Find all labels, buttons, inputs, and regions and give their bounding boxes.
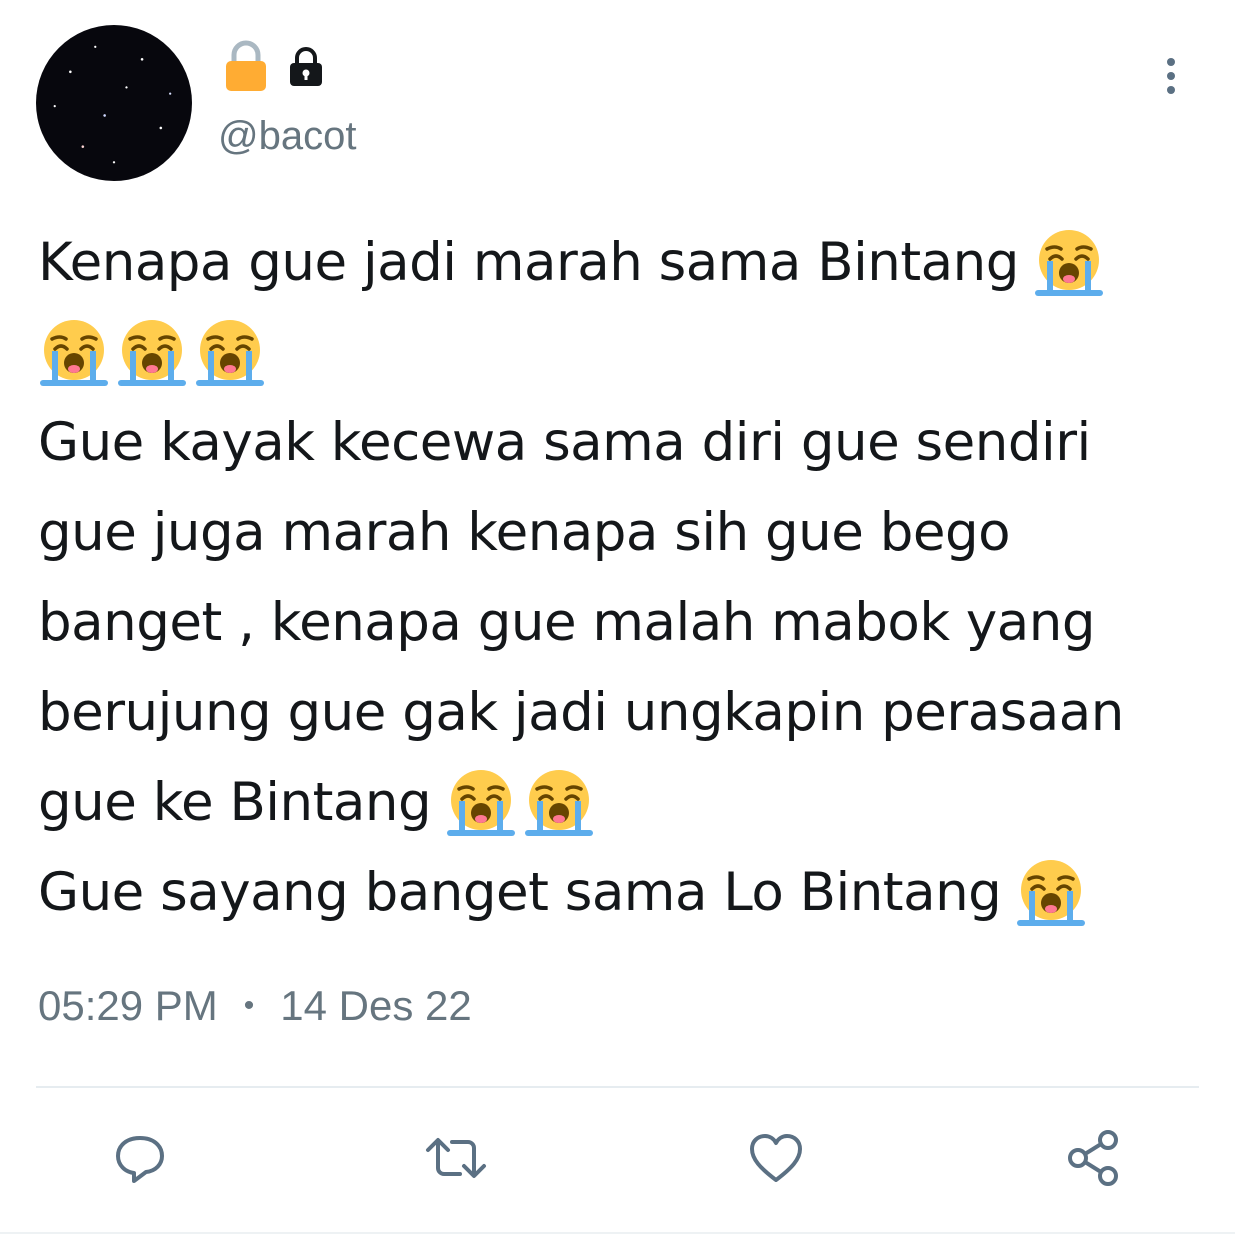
- tweet-time: 05:29 PM: [38, 982, 218, 1029]
- tweet-text-line: Gue sayang banget sama Lo Bintang: [38, 848, 1208, 938]
- retweet-icon: [426, 1138, 486, 1178]
- lock-icon-yellow: [224, 39, 268, 97]
- loudly-crying-face-icon: [194, 317, 266, 389]
- loudly-crying-face-icon: [116, 317, 188, 389]
- loudly-crying-face-icon: [445, 767, 517, 839]
- tweet-text-line-content: banget , kenapa gue malah mabok yang: [38, 592, 1095, 653]
- like-button[interactable]: [738, 1120, 814, 1196]
- tweet-text-line: [38, 308, 1208, 398]
- tweet-text-line: berujung gue gak jadi ungkapin perasaan: [38, 668, 1208, 758]
- user-handle[interactable]: @bacot: [218, 114, 356, 159]
- tweet-text-line-content: gue ke Bintang: [38, 772, 432, 833]
- loudly-crying-face-icon: [523, 767, 595, 839]
- loudly-crying-face-icon: [1015, 857, 1087, 929]
- loudly-crying-face-icon: [1033, 227, 1105, 299]
- tweet-text-line-content: berujung gue gak jadi ungkapin perasaan: [38, 682, 1124, 743]
- display-name[interactable]: [224, 40, 326, 96]
- tweet-text-line: banget , kenapa gue malah mabok yang: [38, 578, 1208, 668]
- retweet-button[interactable]: [418, 1120, 494, 1196]
- lock-icon-black: [286, 45, 326, 91]
- tweet-text-line-content: Gue sayang banget sama Lo Bintang: [38, 862, 1002, 923]
- divider: [36, 1086, 1199, 1088]
- loudly-crying-face-icon: [38, 317, 110, 389]
- tweet-text-line: gue ke Bintang: [38, 758, 1208, 848]
- like-icon: [750, 1134, 802, 1182]
- share-button[interactable]: [1056, 1120, 1132, 1196]
- tweet-date: 14 Des 22: [280, 982, 472, 1029]
- tweet-text-line: Kenapa gue jadi marah sama Bintang: [38, 218, 1208, 308]
- tweet-text: Kenapa gue jadi marah sama Bintang Gue k…: [38, 218, 1208, 938]
- action-bar: [0, 1120, 1235, 1200]
- avatar[interactable]: [36, 25, 192, 181]
- reply-icon: [116, 1136, 164, 1183]
- tweet-text-line: Gue kayak kecewa sama diri gue sendiri: [38, 398, 1208, 488]
- tweet-text-line-content: Gue kayak kecewa sama diri gue sendiri: [38, 412, 1091, 473]
- tweet-text-line-content: gue juga marah kenapa sih gue bego: [38, 502, 1011, 563]
- separator-dot: •: [243, 989, 255, 1022]
- tweet-text-line: gue juga marah kenapa sih gue bego: [38, 488, 1208, 578]
- reply-button[interactable]: [102, 1120, 178, 1196]
- tweet-text-line-content: Kenapa gue jadi marah sama Bintang: [38, 232, 1019, 293]
- bottom-divider: [0, 1232, 1235, 1234]
- share-icon: [1068, 1130, 1118, 1186]
- more-options-icon[interactable]: [1149, 54, 1193, 98]
- tweet-meta: 05:29 PM • 14 Des 22: [38, 982, 472, 1030]
